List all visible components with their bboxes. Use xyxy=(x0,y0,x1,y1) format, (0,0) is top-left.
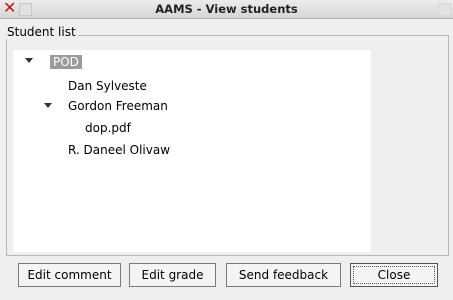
window-title: AAMS - View students xyxy=(155,2,298,16)
expand-arrow-icon[interactable] xyxy=(25,58,33,63)
close-button[interactable]: Close xyxy=(350,263,438,287)
group-label: Student list xyxy=(5,25,78,39)
tree-node-student[interactable]: Dan Sylveste xyxy=(68,77,147,95)
tree-node-root[interactable]: POD xyxy=(50,53,82,71)
edit-grade-button[interactable]: Edit grade xyxy=(129,263,216,287)
send-feedback-button[interactable]: Send feedback xyxy=(226,263,341,287)
tree-node-file[interactable]: dop.pdf xyxy=(85,119,131,137)
expand-arrow-icon[interactable] xyxy=(44,103,52,108)
tree-node-label: POD xyxy=(50,55,82,69)
maximize-icon[interactable] xyxy=(438,3,451,16)
edit-comment-button[interactable]: Edit comment xyxy=(18,263,121,287)
title-bar: ✕ AAMS - View students xyxy=(0,0,453,19)
student-tree[interactable]: POD Dan Sylveste Gordon Freeman dop.pdf … xyxy=(13,50,371,252)
tree-node-student[interactable]: R. Daneel Olivaw xyxy=(68,141,170,159)
tree-node-student[interactable]: Gordon Freeman xyxy=(68,97,168,115)
